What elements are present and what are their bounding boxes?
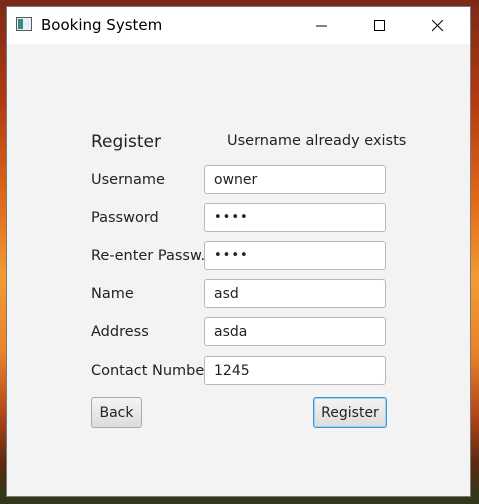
error-message: Username already exists bbox=[227, 133, 407, 149]
minimize-icon bbox=[316, 25, 327, 27]
username-label: Username bbox=[91, 172, 165, 188]
back-button[interactable]: Back bbox=[91, 397, 142, 428]
reenter-password-label: Re-enter Passw... bbox=[91, 248, 215, 264]
username-input[interactable] bbox=[204, 165, 386, 194]
maximize-button[interactable] bbox=[357, 7, 403, 44]
maximize-icon bbox=[374, 20, 385, 31]
close-button[interactable] bbox=[415, 7, 461, 44]
register-form: Register Username already exists Usernam… bbox=[7, 44, 470, 496]
minimize-button[interactable] bbox=[299, 7, 345, 44]
address-label: Address bbox=[91, 324, 149, 340]
contact-number-label: Contact Number bbox=[91, 363, 211, 379]
window-title: Booking System bbox=[41, 16, 163, 34]
app-icon bbox=[16, 17, 32, 31]
close-icon bbox=[432, 20, 444, 32]
name-label: Name bbox=[91, 286, 134, 302]
reenter-password-input[interactable] bbox=[204, 241, 386, 270]
password-input[interactable] bbox=[204, 203, 386, 232]
password-label: Password bbox=[91, 210, 159, 226]
contact-number-input[interactable] bbox=[204, 356, 386, 385]
form-heading: Register bbox=[91, 132, 161, 152]
address-input[interactable] bbox=[204, 317, 386, 346]
register-button[interactable]: Register bbox=[313, 397, 387, 428]
title-bar[interactable]: Booking System bbox=[7, 7, 470, 44]
booking-window: Booking System Register Username already… bbox=[7, 7, 470, 496]
name-input[interactable] bbox=[204, 279, 386, 308]
